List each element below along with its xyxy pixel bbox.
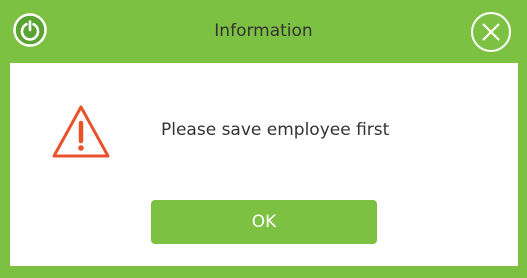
dialog-message: Please save employee first bbox=[161, 120, 390, 140]
title-bar: Information bbox=[0, 0, 527, 63]
warning-icon bbox=[50, 103, 112, 161]
ok-button[interactable]: OK bbox=[151, 200, 377, 244]
dialog-title: Information bbox=[214, 21, 313, 41]
dialog-body: Please save employee first OK bbox=[10, 63, 518, 266]
close-circle-icon bbox=[471, 12, 511, 52]
close-button[interactable] bbox=[470, 11, 512, 53]
information-dialog: Information Please save employee first O… bbox=[0, 0, 527, 278]
